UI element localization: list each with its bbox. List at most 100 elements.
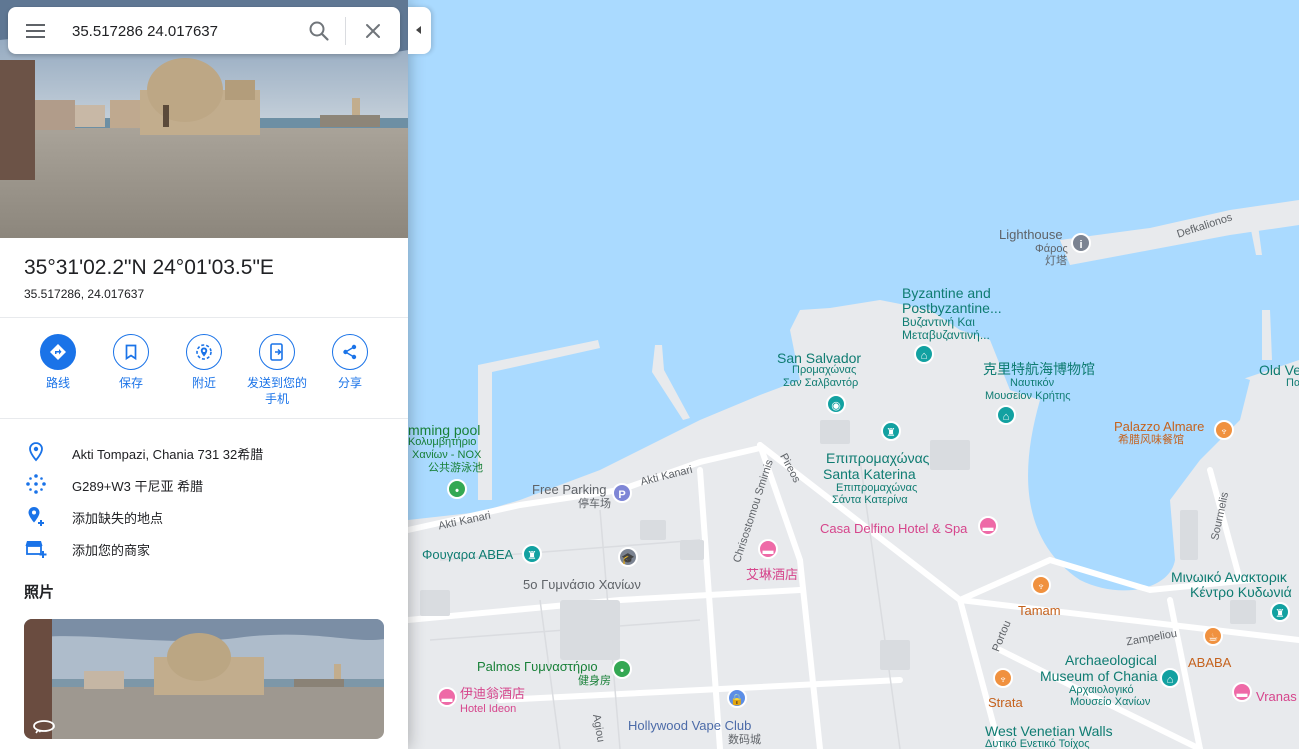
cafe-pin-icon[interactable]: ☕ [1203, 626, 1223, 646]
bookmark-icon [125, 344, 137, 361]
camera-pin-icon[interactable]: ◉ [826, 394, 846, 414]
hollywood-vape-label[interactable]: Hollywood Vape Club [628, 718, 751, 734]
add-business-icon [25, 541, 47, 558]
landmark-pin-icon[interactable]: ♜ [881, 421, 901, 441]
lighthouse-label[interactable]: Lighthouse [999, 227, 1063, 243]
swimming-pin-icon[interactable]: • [447, 479, 467, 499]
hotel-pin-icon[interactable]: ▬ [978, 516, 998, 536]
menu-icon[interactable] [22, 19, 50, 43]
strata-pin-icon[interactable]: ♆ [993, 668, 1013, 688]
naval-museum-label[interactable]: 克里特航海博物馆 [983, 361, 1095, 377]
palazzo-almare-chinese: 希腊风味餐馆 [1118, 434, 1184, 446]
close-icon[interactable] [360, 18, 386, 44]
place-title: 35°31'02.2"N 24°01'03.5"E [24, 256, 274, 279]
museum-pin-icon[interactable]: ⌂ [914, 344, 934, 364]
san-salvador-greek-1: Προμαχώνας [792, 364, 857, 376]
old-venetian-label[interactable]: Old Ve [1259, 362, 1299, 378]
search-box [8, 7, 400, 54]
free-parking-chinese: 停车场 [578, 498, 611, 510]
photos-heading: 照片 [24, 584, 55, 601]
photo-thumbnail[interactable] [24, 619, 384, 739]
byzantine-museum-label[interactable]: Byzantine and [902, 285, 991, 301]
ailin-hotel-label[interactable]: 艾琳酒店 [746, 567, 798, 583]
search-icon[interactable] [306, 18, 332, 44]
send-to-phone-button[interactable]: 发送到您的 手机 [241, 334, 313, 407]
address-row[interactable]: Akti Tompazi, Chania 731 32希腊 [0, 438, 408, 466]
naval-museum-greek-2: Μουσείον Κρήτης [985, 390, 1071, 402]
share-icon [343, 344, 357, 360]
swimming-pool-greek-2: Χανίων - NOX [412, 449, 482, 461]
gymnasio-label[interactable]: 5ο Γυμνάσιο Χανίων [523, 577, 641, 593]
tamam-pin-icon[interactable]: ♆ [1031, 575, 1051, 595]
minoan-center-label[interactable]: Μινωικό Ανακτορικ [1171, 569, 1287, 585]
minoan-center-label-2: Κέντρο Κυδωνιά [1190, 584, 1292, 600]
casa-delfino-label[interactable]: Casa Delfino Hotel & Spa [820, 521, 967, 537]
lighthouse-pin-icon[interactable]: i [1071, 233, 1091, 253]
west-venetian-walls-label[interactable]: West Venetian Walls [985, 723, 1113, 739]
collapse-panel-button[interactable] [408, 7, 431, 54]
vranas-pin-icon[interactable]: ▬ [1232, 682, 1252, 702]
vranas-label[interactable]: Vranas [1256, 689, 1297, 705]
minoan-pin-icon[interactable]: ♜ [1270, 602, 1290, 622]
add-place-text: 添加缺失的地点 [72, 511, 164, 526]
add-business-text: 添加您的商家 [72, 543, 151, 558]
save-button[interactable]: 保存 [95, 334, 167, 392]
save-label: 保存 [118, 376, 143, 390]
plus-code-text: G289+W3 干尼亚 希腊 [72, 479, 204, 494]
add-place-row[interactable]: 添加缺失的地点 [0, 502, 408, 530]
archaeological-museum-label-2: Museum of Chania [1040, 668, 1158, 684]
nearby-icon [196, 344, 212, 360]
palazzo-almare-label[interactable]: Palazzo Almare [1114, 419, 1204, 435]
strata-label[interactable]: Strata [988, 695, 1023, 711]
tamam-label[interactable]: Tamam [1018, 603, 1061, 619]
divider [0, 418, 408, 419]
swimming-pool-chinese: 公共游泳池 [428, 462, 483, 474]
nearby-button[interactable]: 附近 [168, 334, 240, 392]
directions-button[interactable]: 路线 [22, 334, 94, 392]
archaeological-pin-icon[interactable]: ⌂ [1160, 668, 1180, 688]
shop-pin-icon[interactable]: 🔒 [727, 688, 747, 708]
archaeological-museum-greek-2: Μουσείο Χανίων [1070, 696, 1151, 708]
divider [0, 317, 408, 318]
school-pin-icon[interactable]: 🎓 [618, 547, 638, 567]
directions-icon [50, 344, 66, 360]
address-text: Akti Tompazi, Chania 731 32希腊 [72, 447, 264, 462]
palmos-gym-chinese: 健身房 [578, 675, 611, 687]
panorama-icon [33, 720, 55, 734]
ailin-hotel-pin-icon[interactable]: ▬ [758, 539, 778, 559]
share-label: 分享 [337, 376, 362, 390]
location-pin-icon [29, 442, 43, 462]
share-button[interactable]: 分享 [314, 334, 386, 392]
naval-museum-greek-1: Ναυτικόν [1010, 377, 1055, 389]
naval-museum-pin-icon[interactable]: ⌂ [996, 405, 1016, 425]
parking-pin-icon[interactable]: P [612, 483, 632, 503]
send-to-phone-label: 发送到您的 手机 [246, 376, 307, 406]
plus-code-row[interactable]: G289+W3 干尼亚 希腊 [0, 470, 408, 498]
byzantine-museum-greek-2: Μεταβυζαντινή... [902, 328, 990, 342]
search-input[interactable] [72, 18, 300, 44]
yidiweng-hotel-label[interactable]: 伊迪翁酒店 [460, 686, 525, 702]
hollywood-vape-chinese: 数码城 [728, 734, 761, 746]
santa-katerina-greek-2: Επιπρομαχώνας [836, 482, 918, 494]
send-to-phone-icon [270, 343, 283, 361]
west-venetian-walls-greek: Δυτικό Ενετικό Τοίχος [985, 738, 1090, 749]
add-business-row[interactable]: 添加您的商家 [0, 534, 408, 562]
ababa-label[interactable]: ABABA [1188, 655, 1231, 671]
santa-katerina-label: Santa Katerina [823, 466, 916, 482]
place-side-panel: 35°31'02.2"N 24°01'03.5"E 35.517286, 24.… [0, 0, 408, 749]
free-parking-label[interactable]: Free Parking [532, 482, 606, 498]
swimming-pool-greek-1: Κολυμβητήριο [408, 436, 477, 448]
fougara-pin-icon[interactable]: ♜ [522, 544, 542, 564]
restaurant-pin-icon[interactable]: ♆ [1214, 420, 1234, 440]
palmos-gym-label[interactable]: Palmos Γυμναστήριο [477, 659, 598, 675]
santa-katerina-greek-label[interactable]: Επιπρομαχώνας [826, 450, 929, 466]
place-subtitle: 35.517286, 24.017637 [24, 287, 145, 301]
archaeological-museum-label[interactable]: Archaeological [1065, 652, 1157, 668]
archaeological-museum-greek-1: Αρχαιολογικό [1069, 684, 1134, 696]
gym-pin-icon[interactable]: • [612, 659, 632, 679]
fougara-label[interactable]: Φουγαρα ΑΒΕΑ [422, 547, 513, 563]
ideon-hotel-pin-icon[interactable]: ▬ [437, 687, 457, 707]
hotel-ideon-label: Hotel Ideon [460, 703, 517, 715]
search-divider [345, 17, 346, 45]
nearby-label: 附近 [191, 376, 216, 390]
